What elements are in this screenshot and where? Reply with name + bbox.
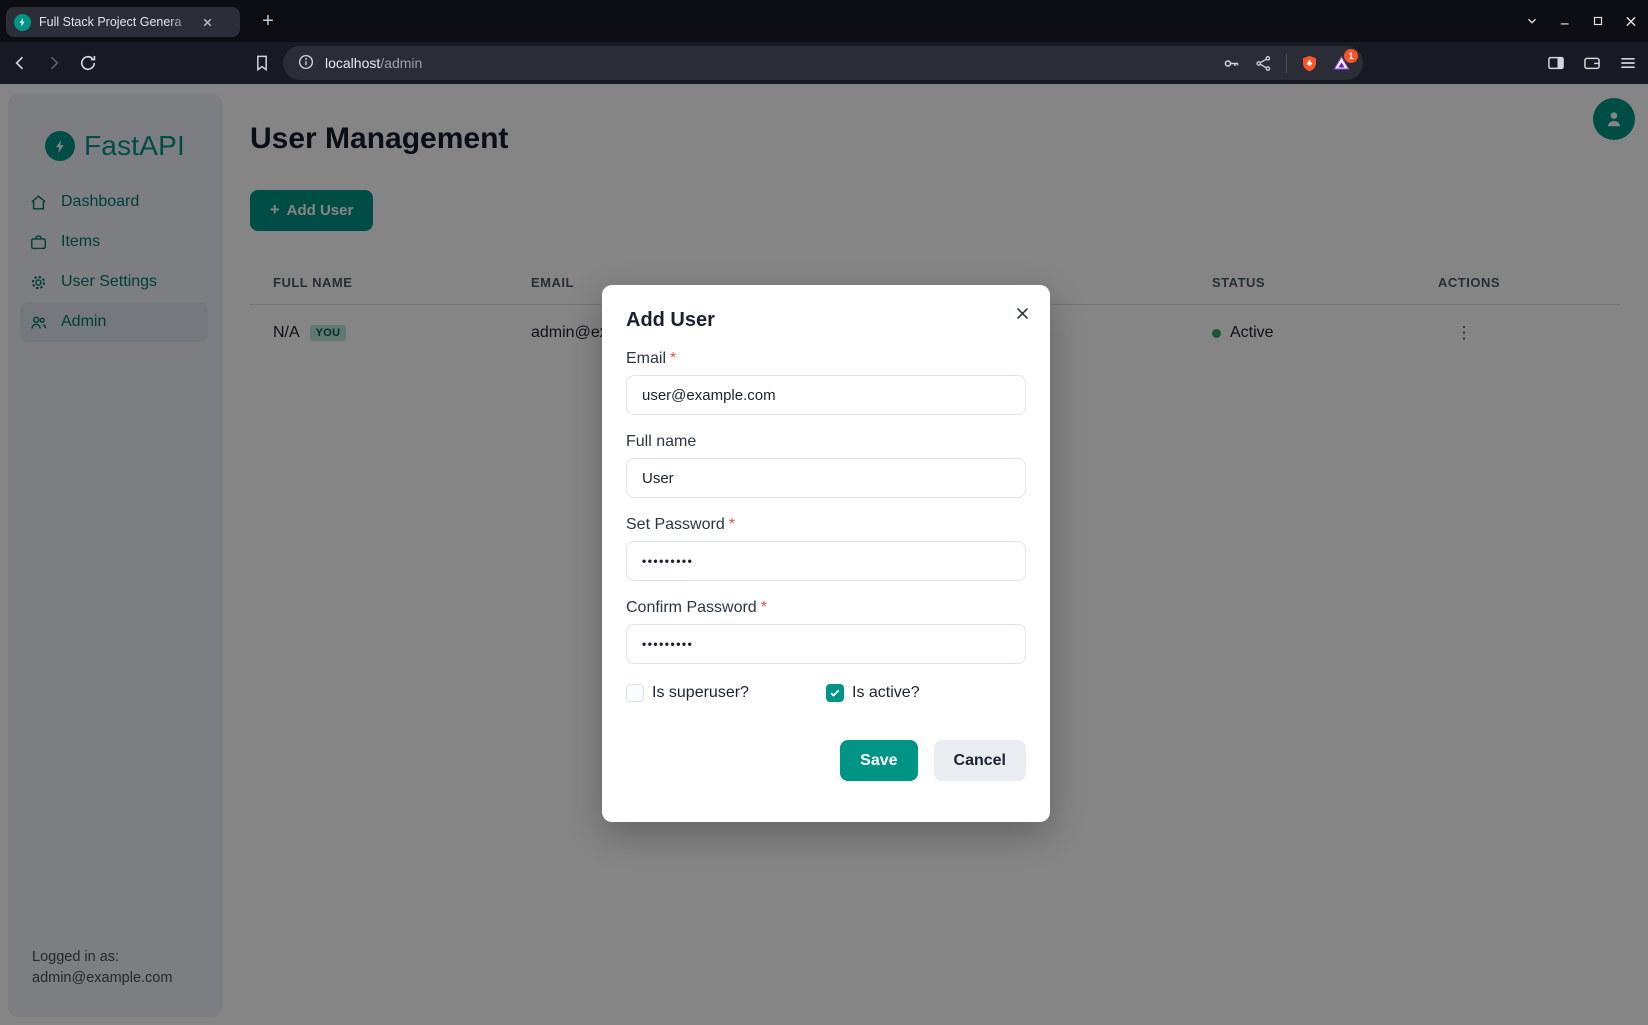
tab-search-chevron-icon[interactable] bbox=[1525, 14, 1539, 28]
email-label: Email* bbox=[626, 350, 1026, 368]
set-password-field[interactable] bbox=[626, 541, 1026, 581]
forward-icon[interactable] bbox=[44, 53, 64, 73]
full-name-label: Full name bbox=[626, 433, 1026, 451]
window-maximize-button[interactable] bbox=[1591, 14, 1605, 28]
window-close-button[interactable] bbox=[1624, 14, 1638, 28]
cancel-button[interactable]: Cancel bbox=[934, 740, 1026, 781]
fastapi-favicon-icon bbox=[14, 14, 31, 31]
modal-close-icon[interactable] bbox=[1010, 301, 1034, 325]
window-minimize-button[interactable] bbox=[1558, 14, 1572, 28]
confirm-password-label: Confirm Password* bbox=[626, 599, 1026, 617]
sidebar-toggle-icon[interactable] bbox=[1546, 53, 1566, 73]
checkbox-checked-icon[interactable] bbox=[826, 684, 844, 702]
share-icon[interactable] bbox=[1254, 54, 1273, 73]
confirm-password-field[interactable] bbox=[626, 624, 1026, 664]
add-user-modal: Add User Email* Full name Set Password* … bbox=[602, 285, 1050, 822]
brave-shield-icon[interactable] bbox=[1300, 54, 1319, 73]
browser-titlebar: Full Stack Project Genera + bbox=[0, 0, 1648, 42]
confirm-password-field-group: Confirm Password* bbox=[626, 599, 1026, 664]
back-icon[interactable] bbox=[10, 53, 30, 73]
is-active-label: Is active? bbox=[852, 684, 920, 702]
menu-icon[interactable] bbox=[1618, 53, 1638, 73]
brave-rewards-icon[interactable]: 1 bbox=[1332, 54, 1351, 73]
is-active-checkbox[interactable]: Is active? bbox=[826, 684, 1026, 702]
url-text: localhost/admin bbox=[325, 55, 422, 71]
wallet-icon[interactable] bbox=[1582, 53, 1602, 73]
bookmark-icon[interactable] bbox=[252, 53, 272, 73]
save-button[interactable]: Save bbox=[840, 740, 917, 781]
url-bar[interactable]: localhost/admin 1 bbox=[283, 46, 1363, 80]
browser-tab[interactable]: Full Stack Project Genera bbox=[6, 7, 240, 37]
site-info-icon[interactable] bbox=[297, 53, 317, 73]
reload-icon[interactable] bbox=[78, 53, 98, 73]
app-page: FastAPI Dashboard Items User Settings bbox=[0, 84, 1648, 1025]
email-field-group: Email* bbox=[626, 350, 1026, 415]
full-name-field-group: Full name bbox=[626, 433, 1026, 498]
toolbar-divider bbox=[1286, 53, 1287, 73]
password-key-icon[interactable] bbox=[1222, 54, 1241, 73]
tab-title: Full Stack Project Genera bbox=[39, 15, 197, 29]
set-password-label: Set Password* bbox=[626, 516, 1026, 534]
set-password-field-group: Set Password* bbox=[626, 516, 1026, 581]
new-tab-button[interactable]: + bbox=[256, 10, 280, 34]
browser-toolbar: localhost/admin 1 bbox=[0, 42, 1648, 84]
tab-close-icon[interactable] bbox=[201, 16, 214, 29]
checkbox-unchecked-icon[interactable] bbox=[626, 684, 644, 702]
email-field[interactable] bbox=[626, 375, 1026, 415]
is-superuser-checkbox[interactable]: Is superuser? bbox=[626, 684, 826, 702]
modal-title: Add User bbox=[626, 309, 1026, 332]
rewards-badge: 1 bbox=[1344, 49, 1358, 63]
is-superuser-label: Is superuser? bbox=[652, 684, 749, 702]
full-name-field[interactable] bbox=[626, 458, 1026, 498]
